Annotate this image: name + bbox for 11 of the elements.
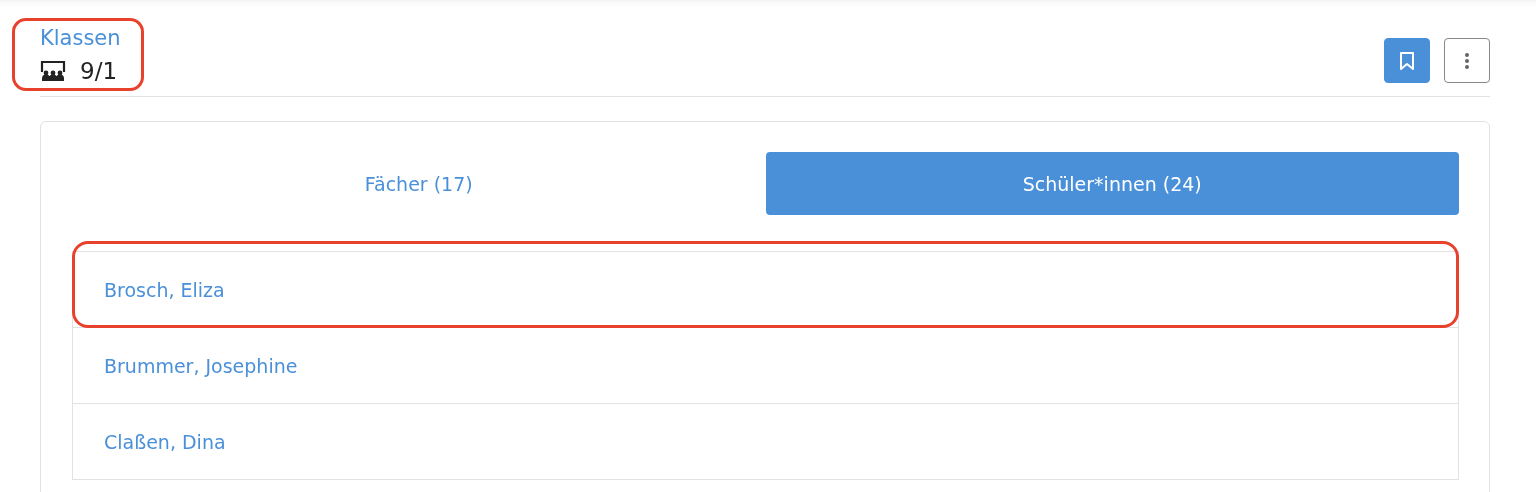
more-icon bbox=[1464, 51, 1470, 70]
student-link[interactable]: Claßen, Dina bbox=[104, 430, 226, 453]
bookmark-button[interactable] bbox=[1384, 38, 1430, 83]
bookmark-icon bbox=[1399, 50, 1415, 71]
student-link[interactable]: Brosch, Eliza bbox=[104, 278, 225, 301]
tab[interactable]: Schüler*innen (24) bbox=[765, 152, 1459, 215]
class-name: 9/1 bbox=[80, 58, 117, 84]
student-link[interactable]: Brummer, Josephine bbox=[104, 354, 298, 377]
classroom-icon bbox=[40, 60, 66, 82]
breadcrumb-link[interactable]: Klassen bbox=[40, 26, 121, 50]
more-options-button[interactable] bbox=[1444, 38, 1490, 83]
